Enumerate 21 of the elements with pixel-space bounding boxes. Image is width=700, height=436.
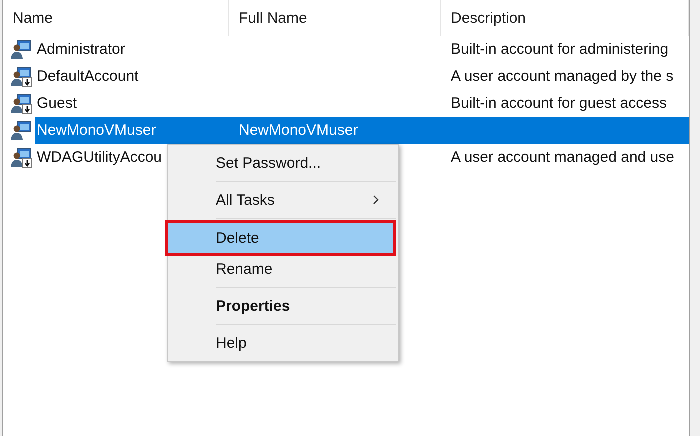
menu-item[interactable]: All Tasks [168, 186, 395, 214]
description: Built-in account for guest access [450, 95, 667, 112]
user-name[interactable]: NewMonoVMuser [35, 118, 158, 144]
menu-item[interactable]: Help [168, 329, 395, 357]
disabled-user-icon [11, 94, 33, 114]
menu-item[interactable]: Delete [168, 223, 393, 253]
menu-item[interactable]: Properties [168, 292, 395, 320]
description: A user account managed and use [450, 149, 674, 166]
menu-item[interactable]: Rename [168, 255, 395, 283]
column-header[interactable]: Full Name [229, 0, 441, 36]
full-name: NewMonoVMuser [238, 122, 358, 139]
column-header[interactable]: Name [3, 0, 229, 36]
user-icon [11, 40, 33, 60]
disabled-user-icon [11, 148, 33, 168]
description: Built-in account for administering [450, 41, 669, 58]
disabled-user-icon [11, 66, 33, 86]
user-icon [11, 120, 33, 140]
column-header[interactable]: Description [441, 0, 689, 36]
user-name[interactable]: Administrator [35, 36, 128, 62]
description: A user account managed by the s [450, 68, 674, 85]
menu-item[interactable]: Set Password... [168, 149, 395, 177]
